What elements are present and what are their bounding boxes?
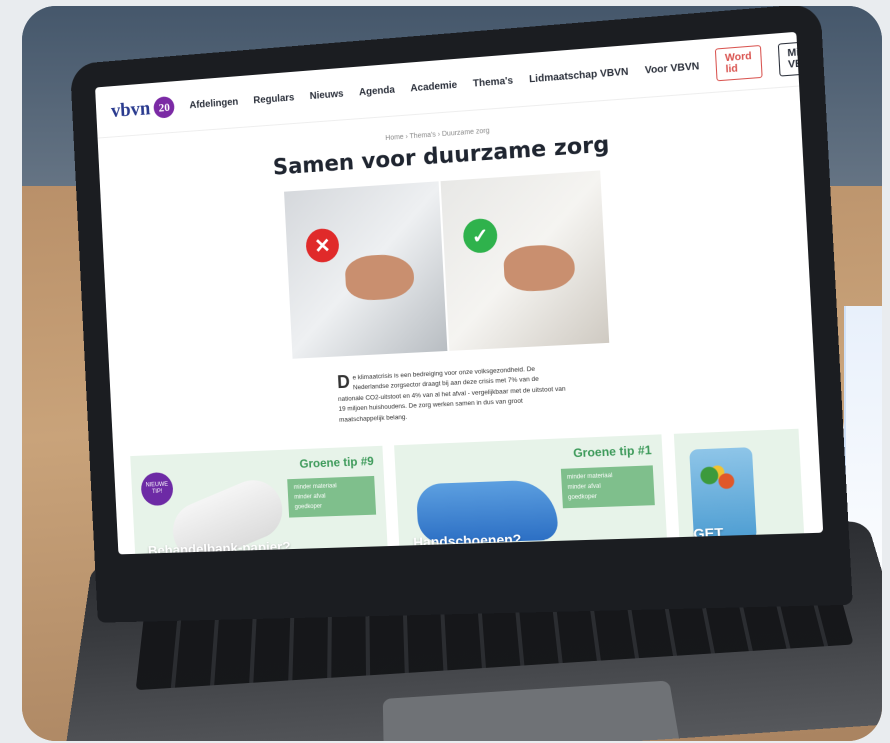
vegetables-image bbox=[695, 462, 740, 495]
dropcap: D bbox=[336, 371, 351, 393]
hero-right: ✓ bbox=[440, 170, 610, 351]
tip-label: Groene tip #9 bbox=[299, 454, 375, 471]
tip-benefits: minder materiaal minder afval goedkoper bbox=[287, 475, 377, 518]
benefit-item: goedkoper bbox=[294, 503, 323, 511]
tip-label: Groene tip #1 bbox=[572, 442, 652, 461]
cross-icon: ✕ bbox=[305, 227, 340, 264]
mijn-vbvn-button[interactable]: Mijn VBVN bbox=[777, 39, 824, 77]
new-tip-badge: NIEUWE TIP! bbox=[140, 471, 174, 507]
tip-card-9[interactable]: NIEUWE TIP! Groene tip #9 minder materia… bbox=[130, 445, 389, 555]
nav-link-nieuws[interactable]: Nieuws bbox=[309, 88, 343, 101]
tip-benefits: minder materiaal minder afval goedkoper bbox=[560, 465, 655, 508]
card-heading: Behandelbank-papier? bbox=[147, 538, 291, 555]
nav-link-agenda[interactable]: Agenda bbox=[359, 84, 395, 98]
nav-link-academie[interactable]: Academie bbox=[410, 79, 457, 94]
hero-left: ✕ bbox=[284, 181, 448, 359]
tip-card-3[interactable]: GET bbox=[673, 428, 806, 555]
card-heading: Handschoenen? bbox=[412, 530, 522, 551]
hand-image bbox=[502, 243, 576, 293]
site-logo[interactable]: vbvn 20 bbox=[111, 95, 176, 122]
intro-paragraph: e klimaatcrisis is een bedreiging voor o… bbox=[337, 365, 566, 424]
logo-badge: 20 bbox=[153, 95, 176, 119]
check-icon: ✓ bbox=[462, 217, 499, 254]
intro-text: D e klimaatcrisis is een bedreiging voor… bbox=[337, 363, 567, 425]
laptop-lid: vbvn 20 Afdelingen Regulars Nieuws Agend… bbox=[69, 6, 853, 623]
card-heading: GET bbox=[692, 524, 724, 542]
tip-cards: NIEUWE TIP! Groene tip #9 minder materia… bbox=[130, 428, 806, 555]
logo-text: vbvn bbox=[110, 97, 151, 122]
benefit-item: goedkoper bbox=[567, 494, 598, 502]
nav-link-lidmaatschap[interactable]: Lidmaatschap VBVN bbox=[529, 66, 629, 85]
tip-card-1[interactable]: Groene tip #1 minder materiaal minder af… bbox=[394, 434, 668, 555]
laptop-screen: vbvn 20 Afdelingen Regulars Nieuws Agend… bbox=[95, 31, 824, 555]
nav-link-themas[interactable]: Thema's bbox=[473, 75, 514, 89]
trackpad bbox=[382, 680, 679, 741]
word-lid-button[interactable]: Word lid bbox=[715, 44, 763, 82]
photo-frame: vbvn 20 Afdelingen Regulars Nieuws Agend… bbox=[22, 6, 882, 741]
hand-image bbox=[344, 252, 415, 302]
hero-image: ✕ ✓ bbox=[284, 170, 610, 359]
nav-link-afdelingen[interactable]: Afdelingen bbox=[189, 96, 238, 110]
nav-link-regulars[interactable]: Regulars bbox=[253, 92, 294, 106]
nav-link-voor-vbvn[interactable]: Voor VBVN bbox=[645, 61, 700, 76]
